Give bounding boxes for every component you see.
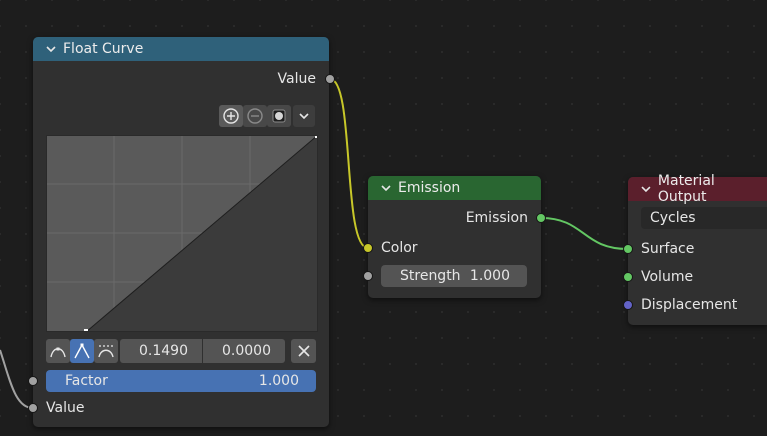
surface-input-socket[interactable]: [623, 244, 633, 254]
zoom-in-button[interactable]: [219, 105, 243, 127]
point-x-value: 0.1490: [139, 343, 188, 359]
close-icon: [297, 345, 310, 357]
point-y-field[interactable]: 0.0000: [203, 339, 285, 363]
emission-header[interactable]: Emission: [368, 176, 541, 200]
curve-point-row: 0.1490 0.0000: [46, 339, 316, 363]
link-value-to-color: [329, 78, 369, 249]
curve-toolbar: [219, 105, 315, 127]
displacement-input-socket[interactable]: [623, 300, 633, 310]
target-value: Cycles: [650, 210, 696, 226]
strength-input-socket[interactable]: [363, 271, 373, 281]
material-output-node[interactable]: Material Output Cycles Surface Volume Di…: [628, 173, 767, 325]
strength-value: 1.000: [469, 268, 510, 284]
output-value-label: Value: [277, 71, 316, 87]
link-emission-to-surface: [540, 217, 629, 250]
zoom-out-button[interactable]: [243, 105, 267, 127]
value-input-socket[interactable]: [28, 403, 38, 413]
target-dropdown[interactable]: Cycles: [641, 207, 767, 229]
strength-label: Strength: [400, 268, 461, 284]
clamped-handle-button[interactable]: [94, 339, 118, 363]
vector-handle-icon: [74, 343, 90, 359]
chevron-down-icon[interactable]: [380, 182, 392, 194]
node-title: Float Curve: [63, 41, 144, 57]
zoom-in-icon: [223, 108, 239, 124]
float-curve-header[interactable]: Float Curve: [33, 37, 329, 61]
factor-label: Factor: [65, 373, 108, 389]
auto-handle-button[interactable]: [46, 339, 70, 363]
color-input-label: Color: [381, 240, 418, 256]
volume-input-label: Volume: [641, 269, 694, 285]
emission-node[interactable]: Emission Emission Color Strength 1.000: [368, 176, 541, 298]
factor-slider[interactable]: Factor 1.000: [46, 370, 316, 392]
node-title: Material Output: [657, 173, 715, 205]
point-y-value: 0.0000: [222, 343, 271, 359]
curve-specials-dropdown[interactable]: [293, 105, 315, 127]
zoom-out-icon: [247, 108, 263, 124]
clipping-icon: [272, 109, 286, 123]
chevron-down-icon: [299, 113, 309, 120]
vector-handle-button[interactable]: [70, 339, 94, 363]
auto-handle-icon: [50, 347, 66, 358]
chevron-down-icon[interactable]: [640, 183, 652, 195]
factor-value: 1.000: [258, 373, 299, 389]
clamped-handle-icon: [98, 345, 114, 358]
float-curve-output-socket[interactable]: [325, 74, 335, 84]
node-title: Emission: [398, 180, 461, 196]
clipping-button[interactable]: [267, 105, 291, 127]
strength-field[interactable]: Strength 1.000: [381, 265, 527, 287]
chevron-down-icon[interactable]: [45, 43, 57, 55]
color-input-socket[interactable]: [363, 243, 373, 253]
float-curve-node[interactable]: Float Curve Value 0.1490 0.0000 Factor 1…: [33, 37, 329, 427]
factor-input-socket[interactable]: [28, 376, 38, 386]
emission-output-socket[interactable]: [536, 213, 546, 223]
material-output-header[interactable]: Material Output: [628, 173, 767, 205]
displacement-input-label: Displacement: [641, 297, 738, 313]
delete-point-button[interactable]: [291, 339, 316, 363]
volume-input-socket[interactable]: [623, 272, 633, 282]
surface-input-label: Surface: [641, 241, 695, 257]
curve-editor[interactable]: [46, 135, 318, 332]
point-x-field[interactable]: 0.1490: [120, 339, 202, 363]
input-value-label: Value: [46, 400, 85, 416]
emission-output-label: Emission: [465, 210, 528, 226]
